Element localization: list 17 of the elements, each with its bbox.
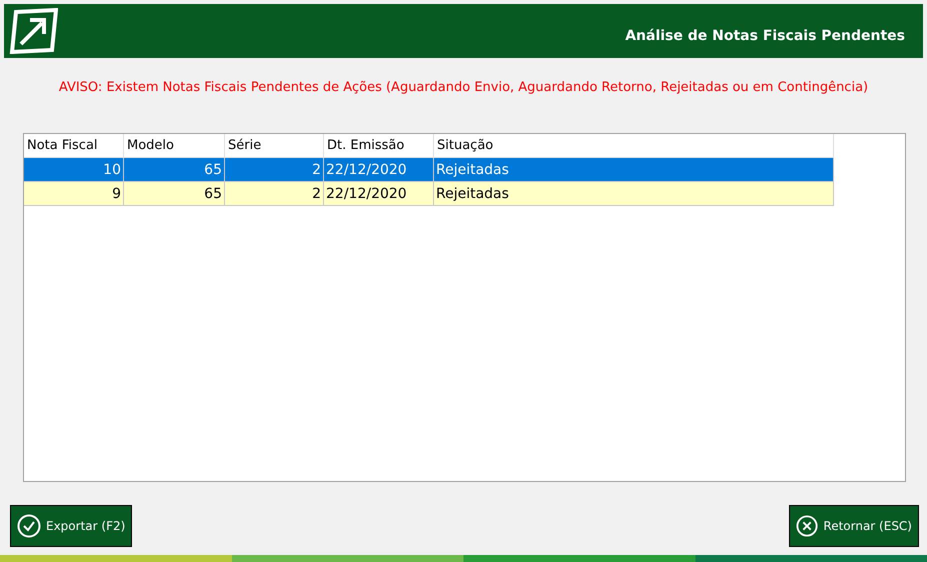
table-cell: Rejeitadas — [434, 182, 834, 206]
table-cell: 65 — [124, 158, 225, 182]
return-button[interactable]: Retornar (ESC) — [789, 505, 919, 547]
export-button[interactable]: Exportar (F2) — [10, 505, 132, 547]
table-cell: Rejeitadas — [434, 158, 834, 182]
window-title: Análise de Notas Fiscais Pendentes — [625, 28, 905, 44]
table-cell: 10 — [24, 158, 124, 182]
table-cell: 2 — [225, 158, 324, 182]
logo-icon — [8, 8, 58, 54]
warning-message: AVISO: Existem Notas Fiscais Pendentes de Ações (Aguardando Envio, Aguardando Retorno, Rejeitadas ou em Contingência) — [58, 80, 870, 95]
table-cell: 22/12/2020 — [324, 158, 434, 182]
check-icon — [17, 514, 41, 538]
table-cell: 65 — [124, 182, 225, 206]
table-cell: 9 — [24, 182, 124, 206]
close-icon — [796, 515, 818, 537]
table-cell: 22/12/2020 — [324, 182, 434, 206]
table-cell: 2 — [225, 182, 324, 206]
